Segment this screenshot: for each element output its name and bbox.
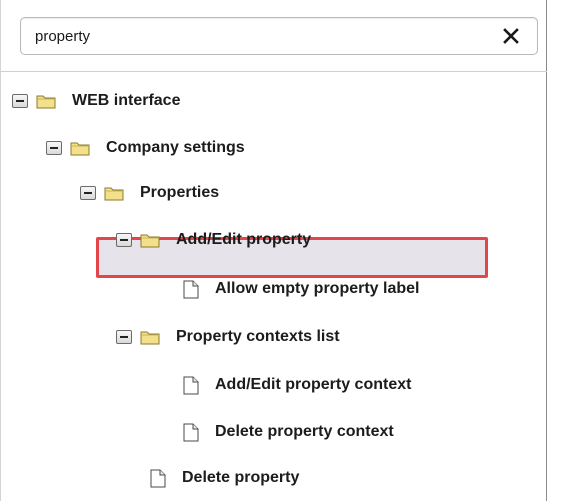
- close-icon: [503, 28, 519, 44]
- file-icon: [183, 280, 199, 298]
- tree-row-add-edit-property-context[interactable]: Add/Edit property context: [1, 362, 547, 408]
- divider: [1, 71, 547, 72]
- tree-label: WEB interface: [72, 92, 181, 109]
- collapse-toggle[interactable]: [80, 186, 96, 200]
- tree-row-properties[interactable]: Properties: [1, 170, 547, 216]
- folder-icon: [140, 234, 160, 248]
- tree-panel: WEB interface Company settings: [0, 0, 547, 501]
- tree-row-allow-empty-property-label[interactable]: Allow empty property label: [1, 266, 547, 312]
- folder-icon: [104, 187, 124, 201]
- file-icon: [183, 423, 199, 441]
- tree-row-delete-property[interactable]: Delete property: [1, 455, 547, 501]
- tree-row-delete-property-context[interactable]: Delete property context: [1, 409, 547, 455]
- tree-label: Add/Edit property context: [215, 376, 412, 393]
- search-input[interactable]: [29, 20, 501, 52]
- collapse-toggle[interactable]: [116, 233, 132, 247]
- tree-label: Add/Edit property: [176, 231, 312, 248]
- tree-row-web-interface[interactable]: WEB interface: [1, 78, 547, 124]
- file-icon: [150, 469, 166, 487]
- tree-label: Delete property: [182, 469, 300, 486]
- collapse-toggle[interactable]: [12, 94, 28, 108]
- file-icon: [183, 376, 199, 394]
- tree-row-property-contexts-list[interactable]: Property contexts list: [1, 314, 547, 360]
- tree-row-company-settings[interactable]: Company settings: [1, 125, 547, 171]
- tree-label: Properties: [140, 184, 220, 201]
- tree-label: Allow empty property label: [215, 280, 420, 297]
- tree-label: Property contexts list: [176, 328, 340, 345]
- folder-icon: [36, 95, 56, 109]
- clear-search-button[interactable]: [499, 24, 523, 48]
- folder-icon: [70, 142, 90, 156]
- collapse-toggle[interactable]: [46, 141, 62, 155]
- tree-label: Delete property context: [215, 423, 394, 440]
- tree-label: Company settings: [106, 139, 245, 156]
- folder-icon: [140, 331, 160, 345]
- search-box: [20, 17, 538, 55]
- collapse-toggle[interactable]: [116, 330, 132, 344]
- tree-row-add-edit-property[interactable]: Add/Edit property: [1, 217, 547, 263]
